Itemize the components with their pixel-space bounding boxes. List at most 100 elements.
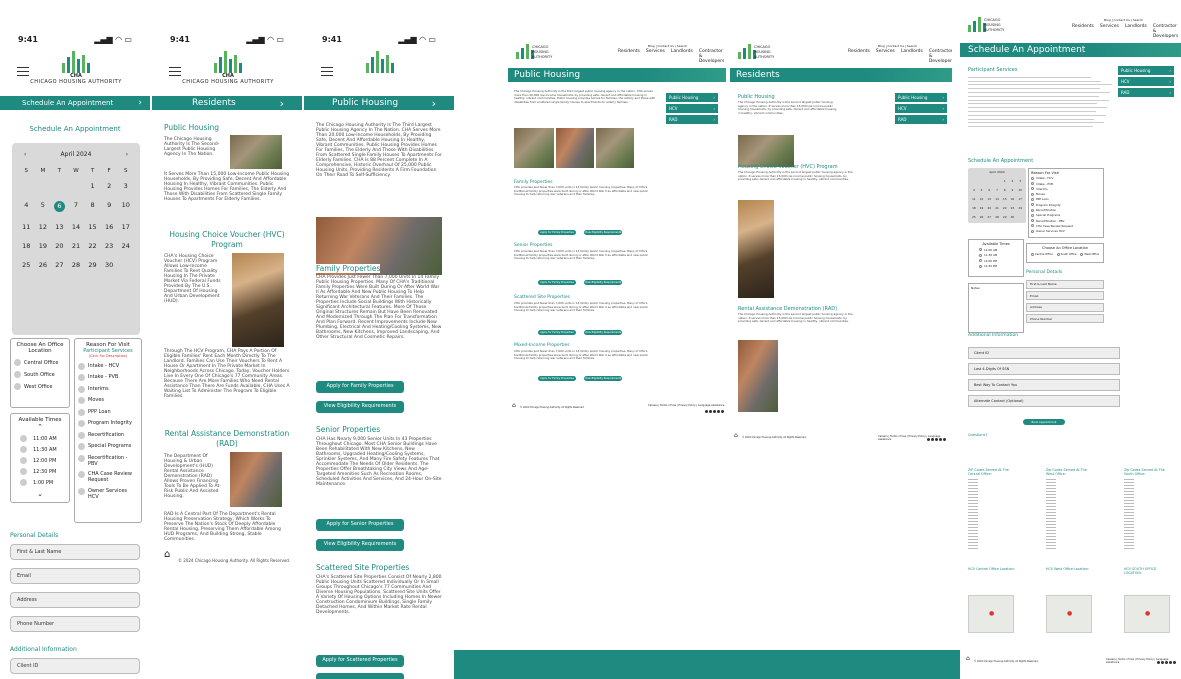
eligibility-button-2[interactable]: View Eligibility Requirements: [316, 539, 404, 551]
calendar-day[interactable]: 15: [84, 223, 101, 231]
time-option[interactable]: 11:30 AM: [979, 253, 1021, 257]
reason-option[interactable]: CHA Case Review Request: [1031, 224, 1101, 228]
time-option[interactable]: 12:00 PM: [20, 457, 66, 464]
calendar-day[interactable]: 10: [117, 201, 134, 212]
office-option[interactable]: Central Office: [14, 359, 66, 366]
calendar-day[interactable]: 28: [993, 215, 1001, 219]
nav-item[interactable]: Landlords: [901, 49, 923, 64]
cha-logo[interactable]: [332, 51, 428, 73]
nav-item[interactable]: Contractor & Developers: [929, 49, 952, 64]
office-option[interactable]: West Office: [1080, 253, 1099, 256]
calendar-day[interactable]: 7: [993, 188, 1001, 192]
footer-links[interactable]: Careers | Terms of Use | Privacy Policy …: [878, 435, 952, 441]
page-banner[interactable]: Public Housing ›: [304, 96, 454, 110]
apply-family-button[interactable]: Apply for Family Properties: [316, 381, 404, 393]
calendar-day[interactable]: 5: [978, 188, 986, 192]
nav-item[interactable]: Residents: [1072, 24, 1094, 39]
time-option[interactable]: 12:30 PM: [20, 468, 66, 475]
reason-option[interactable]: Program Integrity: [78, 420, 138, 427]
apply-family-button[interactable]: Apply for Family Properties: [538, 230, 576, 235]
reason-option[interactable]: Recertification: [78, 431, 138, 439]
personal-field[interactable]: Phone Number: [10, 616, 140, 632]
map-south[interactable]: ●: [1124, 595, 1170, 633]
calendar-day[interactable]: 1: [1001, 179, 1009, 183]
prev-month-icon[interactable]: ‹: [24, 151, 26, 158]
reason-option[interactable]: Intake - HCV: [1031, 176, 1101, 180]
eligibility-button-3[interactable]: View Eligibility Requirements: [584, 330, 622, 335]
utility-nav[interactable]: Blog | Contact Us | Search: [878, 44, 917, 48]
calendar-day[interactable]: 16: [101, 223, 118, 231]
nav-item[interactable]: Services: [646, 49, 665, 64]
calendar-day[interactable]: 2: [1009, 179, 1017, 183]
calendar-day[interactable]: 1: [84, 182, 101, 190]
reason-option[interactable]: Special Programs: [1031, 213, 1101, 217]
calendar-day[interactable]: 28: [68, 261, 85, 269]
calendar-day[interactable]: 29: [1001, 215, 1009, 219]
calendar-day[interactable]: 22: [84, 242, 101, 250]
cha-logo[interactable]: CHA CHICAGO HOUSING AUTHORITY: [28, 51, 124, 85]
calendar-day[interactable]: 12: [35, 223, 52, 231]
notes-field[interactable]: Notes: [968, 283, 1024, 333]
additional-field[interactable]: Client ID: [968, 347, 1120, 359]
reason-option[interactable]: Intake - HCV: [78, 362, 138, 370]
personal-field[interactable]: Address: [10, 592, 140, 608]
reason-option[interactable]: Intake - PVB: [1031, 182, 1101, 186]
calendar-day[interactable]: 16: [1009, 197, 1017, 201]
utility-nav[interactable]: Blog | Contact Us | Search: [648, 44, 687, 48]
sidebar-link[interactable]: Public Housing ›: [1118, 66, 1174, 75]
book-appointment-button[interactable]: Book Appointment: [1023, 419, 1065, 425]
calendar-day[interactable]: 8: [84, 201, 101, 212]
calendar-day[interactable]: 3: [117, 182, 134, 190]
time-option[interactable]: 11:00 AM: [20, 435, 66, 442]
personal-field[interactable]: Phone Number: [1026, 314, 1104, 323]
calendar-day[interactable]: 6: [985, 188, 993, 192]
map-central[interactable]: ●: [968, 595, 1014, 633]
reason-option[interactable]: Recertification - PBV: [78, 454, 138, 467]
calendar-day[interactable]: 17: [117, 223, 134, 231]
apply-mixed-button[interactable]: Apply for Family Properties: [538, 376, 576, 381]
nav-item[interactable]: Residents: [618, 49, 640, 64]
calendar-day[interactable]: 30: [1009, 215, 1017, 219]
calendar-day[interactable]: 4: [18, 201, 35, 212]
calendar-day[interactable]: 20: [985, 206, 993, 210]
calendar-day[interactable]: 13: [51, 223, 68, 231]
personal-field[interactable]: Address: [1026, 302, 1104, 312]
nav-item[interactable]: Services: [1100, 24, 1119, 39]
apply-scattered-button[interactable]: Apply for Family Properties: [538, 330, 576, 335]
time-option[interactable]: 12:30 PM: [979, 264, 1021, 268]
map-west[interactable]: ●: [1046, 595, 1092, 633]
calendar-day[interactable]: 27: [985, 215, 993, 219]
calendar-day[interactable]: 12: [978, 197, 986, 201]
eligibility-button[interactable]: View Eligibility Requirements: [316, 401, 404, 413]
footer-links[interactable]: Careers | Terms of Use | Privacy Policy …: [1106, 658, 1181, 664]
reason-option[interactable]: Program Integrity: [1031, 203, 1101, 207]
calendar-day[interactable]: 13: [985, 197, 993, 201]
sidebar-link[interactable]: HCV ›: [895, 104, 947, 113]
eligibility-button-4[interactable]: View Eligibility Requirements: [584, 376, 622, 381]
calendar-day[interactable]: 24: [117, 242, 134, 250]
utility-nav[interactable]: Blog | Contact Us | Search: [1104, 18, 1143, 22]
time-option[interactable]: 12:00 PM: [979, 259, 1021, 263]
calendar-day[interactable]: 7: [68, 201, 85, 212]
reason-option[interactable]: Recertification - PBV: [1031, 219, 1101, 223]
calendar-day[interactable]: 27: [51, 261, 68, 269]
reason-option[interactable]: Moves: [78, 397, 138, 404]
nav-item[interactable]: Contractor & Developers: [699, 49, 726, 64]
reason-option[interactable]: Owner Services HCV: [1031, 229, 1101, 233]
calendar-day[interactable]: 4: [970, 188, 978, 192]
apply-scattered-button[interactable]: Apply for Scattered Properties: [316, 655, 404, 667]
nav-item[interactable]: Landlords: [1125, 24, 1147, 39]
reason-option[interactable]: Owner Services HCV: [78, 487, 138, 500]
calendar-day[interactable]: 3: [1016, 179, 1024, 183]
personal-field[interactable]: Email: [1026, 291, 1104, 300]
personal-field[interactable]: First & Last Name: [1026, 279, 1104, 289]
reason-option[interactable]: Interims: [1031, 187, 1101, 191]
reason-option[interactable]: PPP Loan: [78, 408, 138, 416]
calendar-day[interactable]: 18: [18, 242, 35, 250]
nav-item[interactable]: Landlords: [671, 49, 693, 64]
office-option[interactable]: Central Office: [1030, 253, 1053, 256]
footer-links[interactable]: Careers | Terms of Use | Privacy Policy …: [648, 404, 724, 407]
sidebar-link[interactable]: RAD ›: [1118, 88, 1174, 97]
nav-item[interactable]: Services: [876, 49, 895, 64]
office-option[interactable]: South Office: [1056, 253, 1077, 256]
